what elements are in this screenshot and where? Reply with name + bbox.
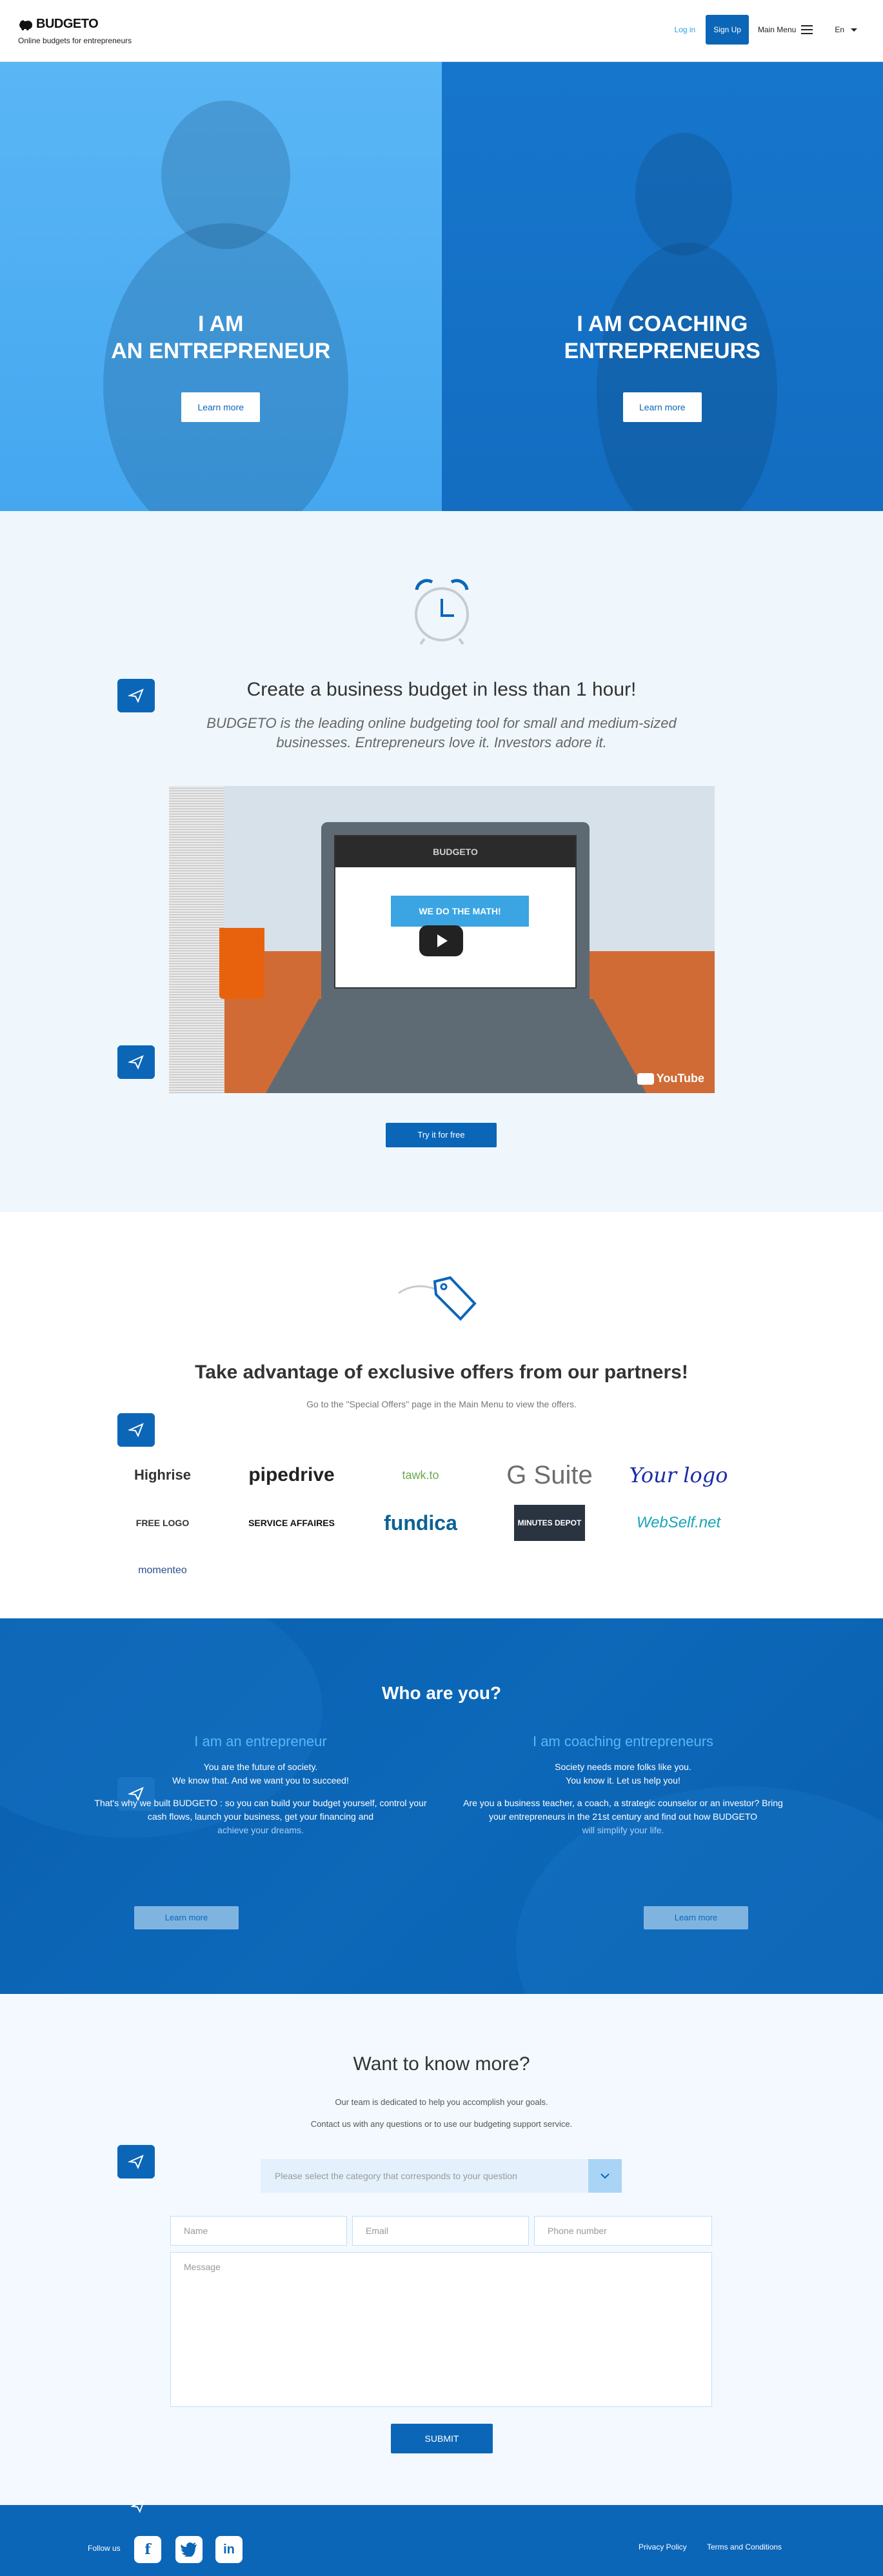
entrepreneur-column: I am an entrepreneur You are the future … bbox=[93, 1733, 428, 1837]
email-field[interactable]: Email bbox=[352, 2216, 529, 2246]
entrepreneur-text: achieve your dreams. bbox=[217, 1825, 304, 1835]
budget-subtitle: BUDGETO is the leading online budgeting … bbox=[206, 715, 677, 750]
terms-link[interactable]: Terms and Conditions bbox=[707, 2542, 782, 2551]
partner-logo[interactable]: SERVICE AFFAIRES bbox=[233, 1505, 350, 1541]
login-link[interactable]: Log in bbox=[675, 25, 696, 34]
paper-plane-icon[interactable] bbox=[117, 1045, 155, 1079]
person-body bbox=[596, 243, 777, 511]
partners-subtitle: Go to the "Special Offers" page in the M… bbox=[306, 1399, 577, 1409]
partner-logo[interactable]: WebSelf.net bbox=[620, 1505, 737, 1541]
submit-button[interactable]: SUBMIT bbox=[391, 2424, 493, 2453]
contact-section: Want to know more? Our team is dedicated… bbox=[0, 1994, 883, 2505]
contact-text: Our team is dedicated to help you accomp… bbox=[335, 2097, 548, 2107]
entrepreneur-heading: I am an entrepreneur bbox=[194, 1733, 327, 1749]
name-field[interactable]: Name bbox=[170, 2216, 347, 2246]
person-body bbox=[103, 223, 348, 511]
learn-more-entrepreneur-button[interactable]: Learn more bbox=[181, 392, 261, 422]
contact-title: Want to know more? bbox=[353, 2053, 530, 2075]
partner-logos: Highrise pipedrive tawk.to G Suite Your … bbox=[104, 1457, 749, 1589]
paper-stack bbox=[169, 786, 224, 1093]
logo-text: BUDGETO bbox=[36, 17, 99, 31]
paper-plane-icon[interactable] bbox=[126, 2495, 150, 2518]
mug bbox=[219, 928, 264, 999]
partner-logo[interactable]: pipedrive bbox=[233, 1457, 350, 1493]
hero-title-entrepreneur: I AM AN ENTREPRENEUR bbox=[111, 312, 331, 363]
try-free-button[interactable]: Try it for free bbox=[386, 1123, 497, 1147]
price-tag-icon bbox=[398, 1276, 477, 1321]
hero-coach: I AM COACHING ENTREPRENEURS Learn more bbox=[441, 62, 883, 511]
partner-logo[interactable]: FREE LOGO bbox=[104, 1505, 221, 1541]
coach-column: I am coaching entrepreneurs Society need… bbox=[455, 1733, 791, 1837]
partner-logo[interactable]: Highrise bbox=[104, 1457, 221, 1493]
facebook-icon[interactable]: f bbox=[134, 2536, 161, 2563]
coach-text: will simplify your life. bbox=[582, 1825, 664, 1835]
learn-more-entrepreneur-button[interactable]: Learn more bbox=[134, 1906, 239, 1929]
partner-logo[interactable]: MINUTES DEPOT bbox=[514, 1505, 585, 1541]
learn-more-coach-button[interactable]: Learn more bbox=[644, 1906, 748, 1929]
who-section: Who are you? I am an entrepreneur You ar… bbox=[0, 1618, 883, 1994]
entrepreneur-text: You are the future of society. bbox=[203, 1762, 318, 1772]
video-player[interactable]: BUDGETO WE DO THE MATH! YouTube bbox=[169, 786, 715, 1093]
signup-button[interactable]: Sign Up bbox=[706, 15, 749, 45]
budget-section: Create a business budget in less than 1 … bbox=[0, 511, 883, 1212]
chevron-down-icon[interactable] bbox=[851, 28, 857, 32]
entrepreneur-text: We know that. And we want you to succeed… bbox=[172, 1775, 349, 1786]
partner-logo[interactable]: Your logo bbox=[620, 1457, 737, 1493]
hero: I AM AN ENTREPRENEUR Learn more I AM COA… bbox=[0, 62, 883, 511]
contact-text: Contact us with any questions or to use … bbox=[310, 2119, 573, 2129]
phone-field[interactable]: Phone number bbox=[534, 2216, 712, 2246]
youtube-logo[interactable]: YouTube bbox=[637, 1072, 704, 1085]
video-brand: BUDGETO bbox=[335, 836, 575, 867]
coach-text: Society needs more folks like you. bbox=[555, 1762, 691, 1772]
partners-title: Take advantage of exclusive offers from … bbox=[195, 1362, 688, 1383]
site-footer: Follow us f in Privacy Policy Terms and … bbox=[0, 2499, 883, 2576]
play-icon[interactable] bbox=[419, 925, 463, 956]
coach-text: You know it. Let us help you! bbox=[566, 1775, 680, 1786]
who-title: Who are you? bbox=[381, 1683, 502, 1703]
coach-heading: I am coaching entrepreneurs bbox=[532, 1733, 714, 1749]
piggy-bank-icon bbox=[19, 19, 32, 30]
chevron-down-icon[interactable] bbox=[588, 2159, 622, 2193]
paper-plane-icon[interactable] bbox=[117, 2145, 155, 2179]
top-nav: Log in Sign Up Main Menu En bbox=[675, 15, 857, 45]
tagline: Online budgets for entrepreneurs bbox=[18, 36, 132, 45]
alarm-clock-icon bbox=[415, 579, 469, 645]
entrepreneur-text: That's why we built BUDGETO : so you can… bbox=[94, 1798, 427, 1822]
partner-logo[interactable]: momenteo bbox=[104, 1553, 221, 1589]
hero-title-coach: I AM COACHING ENTREPRENEURS bbox=[564, 312, 760, 363]
partner-logo[interactable]: G Suite bbox=[491, 1457, 608, 1493]
budget-title: Create a business budget in less than 1 … bbox=[246, 679, 637, 700]
laptop-keyboard bbox=[266, 999, 646, 1093]
partner-logo[interactable]: fundica bbox=[362, 1505, 479, 1541]
twitter-icon[interactable] bbox=[175, 2536, 203, 2563]
partners-section: Take advantage of exclusive offers from … bbox=[0, 1212, 883, 1618]
coach-text: Are you a business teacher, a coach, a s… bbox=[463, 1798, 783, 1822]
youtube-icon bbox=[637, 1072, 654, 1085]
main-menu-label[interactable]: Main Menu bbox=[758, 25, 796, 34]
message-field[interactable]: Message bbox=[170, 2252, 712, 2407]
follow-label: Follow us bbox=[88, 2544, 121, 2553]
linkedin-icon[interactable]: in bbox=[215, 2536, 243, 2563]
privacy-policy-link[interactable]: Privacy Policy bbox=[639, 2542, 687, 2551]
category-select[interactable]: Please select the category that correspo… bbox=[261, 2159, 622, 2193]
paper-plane-icon[interactable] bbox=[117, 1413, 155, 1447]
person-photo bbox=[635, 133, 732, 256]
learn-more-coach-button[interactable]: Learn more bbox=[622, 392, 702, 422]
partner-logo[interactable]: tawk.to bbox=[362, 1457, 479, 1493]
logo[interactable]: BUDGETO bbox=[18, 17, 99, 32]
hamburger-icon[interactable] bbox=[801, 25, 813, 34]
hero-entrepreneur: I AM AN ENTREPRENEUR Learn more bbox=[0, 62, 442, 511]
site-header: BUDGETO Online budgets for entrepreneurs… bbox=[0, 0, 883, 62]
language-selector[interactable]: En bbox=[835, 25, 844, 34]
video-banner: WE DO THE MATH! bbox=[391, 896, 529, 927]
